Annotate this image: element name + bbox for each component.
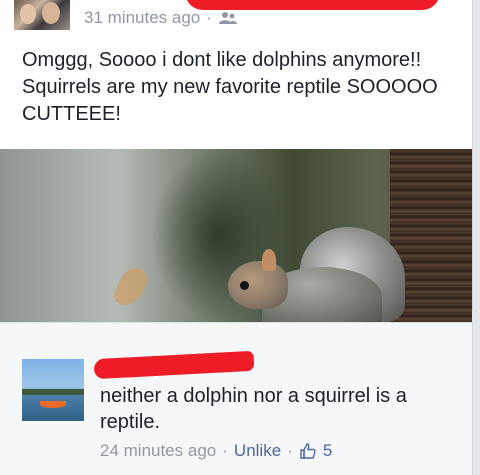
post-meta: 31 minutes ago · xyxy=(84,8,238,28)
avatar-face xyxy=(42,2,60,24)
comment-text: neither a dolphin nor a squirrel is a re… xyxy=(100,385,407,433)
meta-separator: · xyxy=(222,441,228,460)
unlike-link[interactable]: Unlike xyxy=(234,441,281,461)
post-text: Omggg, Soooo i dont like dolphins anymor… xyxy=(22,49,438,125)
comment-card: neither a dolphin nor a squirrel is a re… xyxy=(0,322,473,475)
leaf xyxy=(110,263,152,311)
post-timestamp[interactable]: 31 minutes ago xyxy=(84,8,200,28)
poster-avatar[interactable] xyxy=(14,0,70,30)
commenter-avatar[interactable] xyxy=(22,359,84,421)
post-photo[interactable] xyxy=(0,149,472,322)
squirrel-head xyxy=(228,261,288,309)
avatar-face xyxy=(20,4,36,24)
squirrel-eye xyxy=(240,281,249,290)
meta-separator: · xyxy=(206,8,212,27)
comment-meta: 24 minutes ago · Unlike · 5 xyxy=(100,441,332,461)
redacted-commenter-name xyxy=(93,350,255,380)
avatar-boat xyxy=(40,401,66,408)
thumbs-up-icon[interactable] xyxy=(299,442,317,460)
comment-timestamp[interactable]: 24 minutes ago xyxy=(100,441,216,461)
squirrel-ear xyxy=(262,249,276,271)
friends-icon[interactable] xyxy=(218,11,238,25)
like-count[interactable]: 5 xyxy=(323,441,332,461)
avatar-shore xyxy=(22,389,84,395)
meta-separator: · xyxy=(287,441,293,460)
